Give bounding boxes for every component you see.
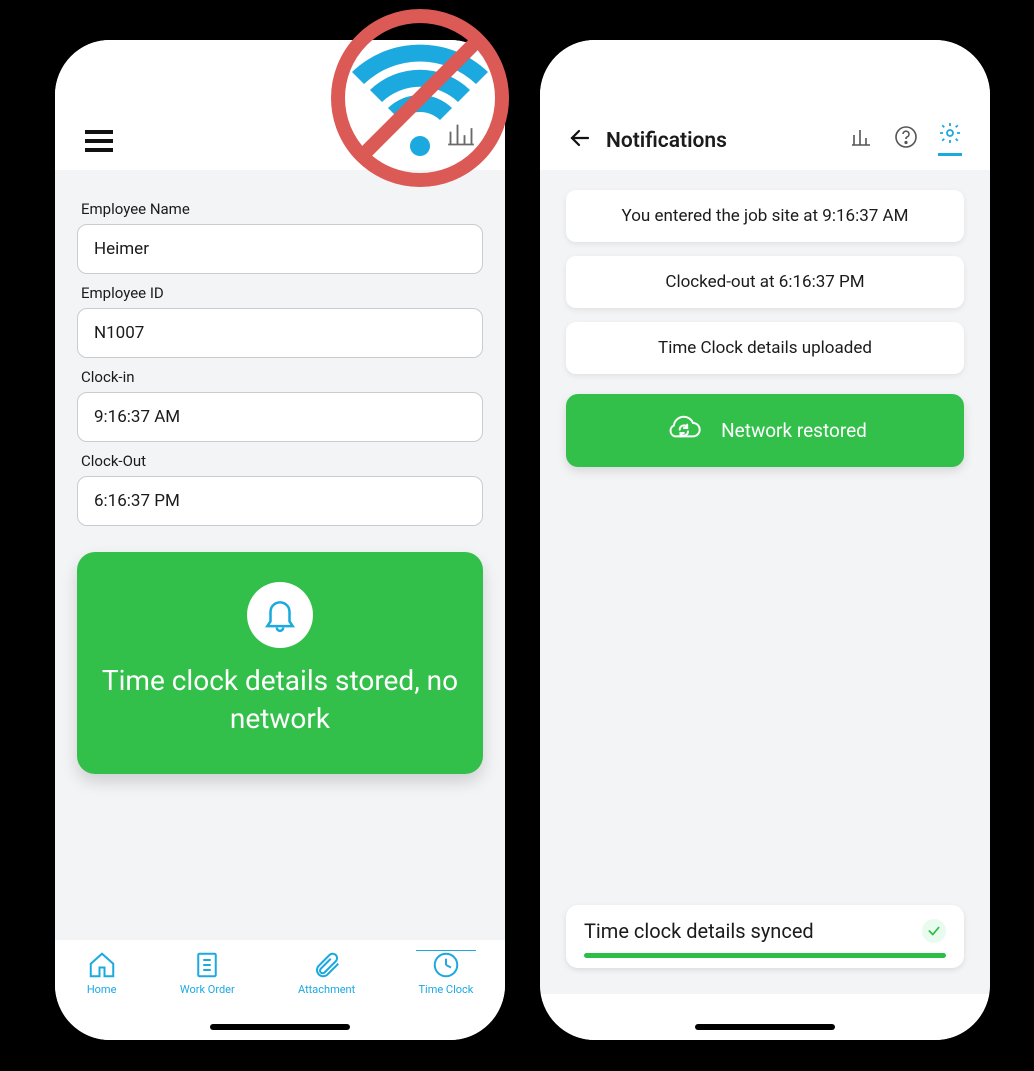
header-right: Notifications [540, 40, 990, 170]
nav-attachment[interactable]: Attachment [298, 950, 355, 996]
page-title: Notifications [606, 129, 727, 153]
phone-right: Notifications [540, 40, 990, 1040]
bell-icon [247, 582, 313, 648]
nav-label: Time Clock [418, 983, 473, 996]
nav-label: Attachment [298, 983, 355, 996]
cloud-sync-icon [663, 410, 703, 451]
offline-status-card: Time clock details stored, no network [77, 552, 483, 774]
banner-text: Network restored [721, 419, 867, 442]
notification-item[interactable]: Clocked-out at 6:16:37 PM [566, 256, 964, 308]
nav-label: Work Order [180, 983, 235, 996]
label-clock-out: Clock-Out [81, 452, 483, 470]
bottom-nav: Home Work Order Attachment Time Clock [55, 940, 505, 1040]
bar-chart-icon[interactable] [850, 125, 874, 153]
offline-status-text: Time clock details stored, no network [97, 662, 463, 738]
nav-time-clock[interactable]: Time Clock [418, 950, 473, 996]
nav-label: Home [87, 983, 117, 996]
notification-item[interactable]: You entered the job site at 9:16:37 AM [566, 190, 964, 242]
check-icon [922, 919, 946, 943]
help-icon[interactable] [894, 125, 918, 153]
notification-item[interactable]: Time Clock details uploaded [566, 322, 964, 374]
label-clock-in: Clock-in [81, 368, 483, 386]
home-indicator [695, 1024, 835, 1030]
phone-left: Employee Name Employee ID Clock-in Clock… [55, 40, 505, 1040]
label-employee-name: Employee Name [81, 200, 483, 218]
hamburger-icon[interactable] [85, 130, 113, 152]
no-wifi-icon [330, 8, 510, 188]
bottom-area [540, 994, 990, 1040]
back-arrow-icon[interactable] [568, 126, 592, 156]
sync-status-text: Time clock details synced [584, 919, 814, 943]
nav-work-order[interactable]: Work Order [180, 950, 235, 996]
progress-bar [584, 953, 946, 958]
home-indicator [210, 1024, 350, 1030]
clock-out-field[interactable] [77, 476, 483, 526]
network-restored-banner: Network restored [566, 394, 964, 467]
notifications-area: You entered the job site at 9:16:37 AM C… [540, 170, 990, 994]
sync-status-card: Time clock details synced [566, 905, 964, 968]
label-employee-id: Employee ID [81, 284, 483, 302]
employee-id-field[interactable] [77, 308, 483, 358]
time-clock-form: Employee Name Employee ID Clock-in Clock… [55, 170, 505, 940]
clock-in-field[interactable] [77, 392, 483, 442]
nav-home[interactable]: Home [87, 950, 117, 996]
gear-icon[interactable] [938, 121, 962, 156]
employee-name-field[interactable] [77, 224, 483, 274]
